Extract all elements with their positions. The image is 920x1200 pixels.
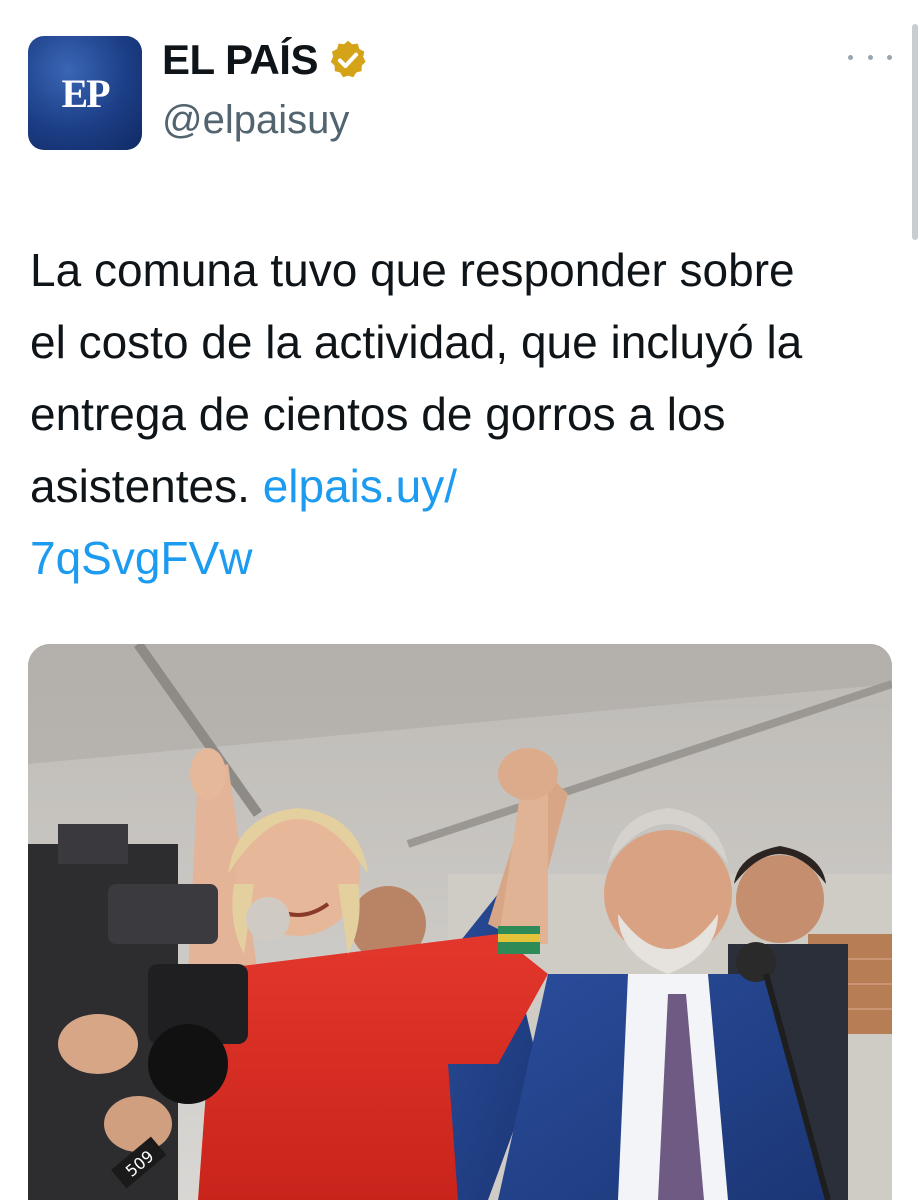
scrollbar[interactable] [912, 24, 918, 240]
display-name-row: EL PAÍS [162, 34, 370, 86]
ellipsis-icon-dot [867, 54, 873, 60]
avatar[interactable]: EP [28, 36, 142, 150]
more-options-button[interactable] [848, 42, 892, 72]
display-name[interactable]: EL PAÍS [162, 36, 319, 84]
avatar-logo-text: EP [61, 70, 110, 116]
photo-illustration: 509 [28, 644, 892, 1200]
ellipsis-icon-dot [887, 54, 892, 60]
account-handle[interactable]: @elpaisuy [162, 98, 349, 143]
tweet-photo[interactable]: 509 [28, 644, 892, 1200]
tweet-text: La comuna tuvo que responder sobre el co… [30, 234, 840, 594]
ellipsis-icon [848, 54, 853, 60]
verified-badge-icon [330, 40, 366, 78]
